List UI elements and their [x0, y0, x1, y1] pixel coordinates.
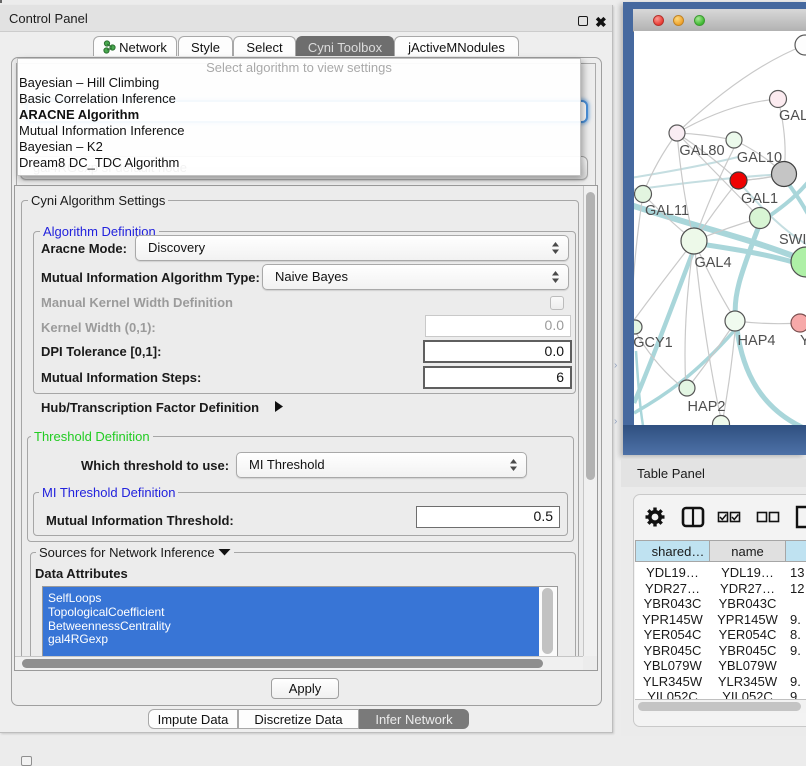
svg-text:HAP4: HAP4 [738, 333, 776, 349]
svg-text:GAL4: GAL4 [694, 255, 731, 271]
svg-text:GAL7: GAL7 [779, 108, 806, 124]
svg-text:GAL10: GAL10 [737, 150, 782, 166]
svg-text:SWI4: SWI4 [779, 232, 806, 248]
svg-text:GAL1: GAL1 [741, 191, 778, 207]
svg-text:GAL11: GAL11 [645, 203, 689, 219]
svg-text:GCY1: GCY1 [634, 335, 673, 351]
svg-text:HAP2: HAP2 [688, 399, 726, 415]
svg-text:GAL80: GAL80 [679, 143, 724, 159]
svg-text:YJ: YJ [800, 333, 806, 349]
